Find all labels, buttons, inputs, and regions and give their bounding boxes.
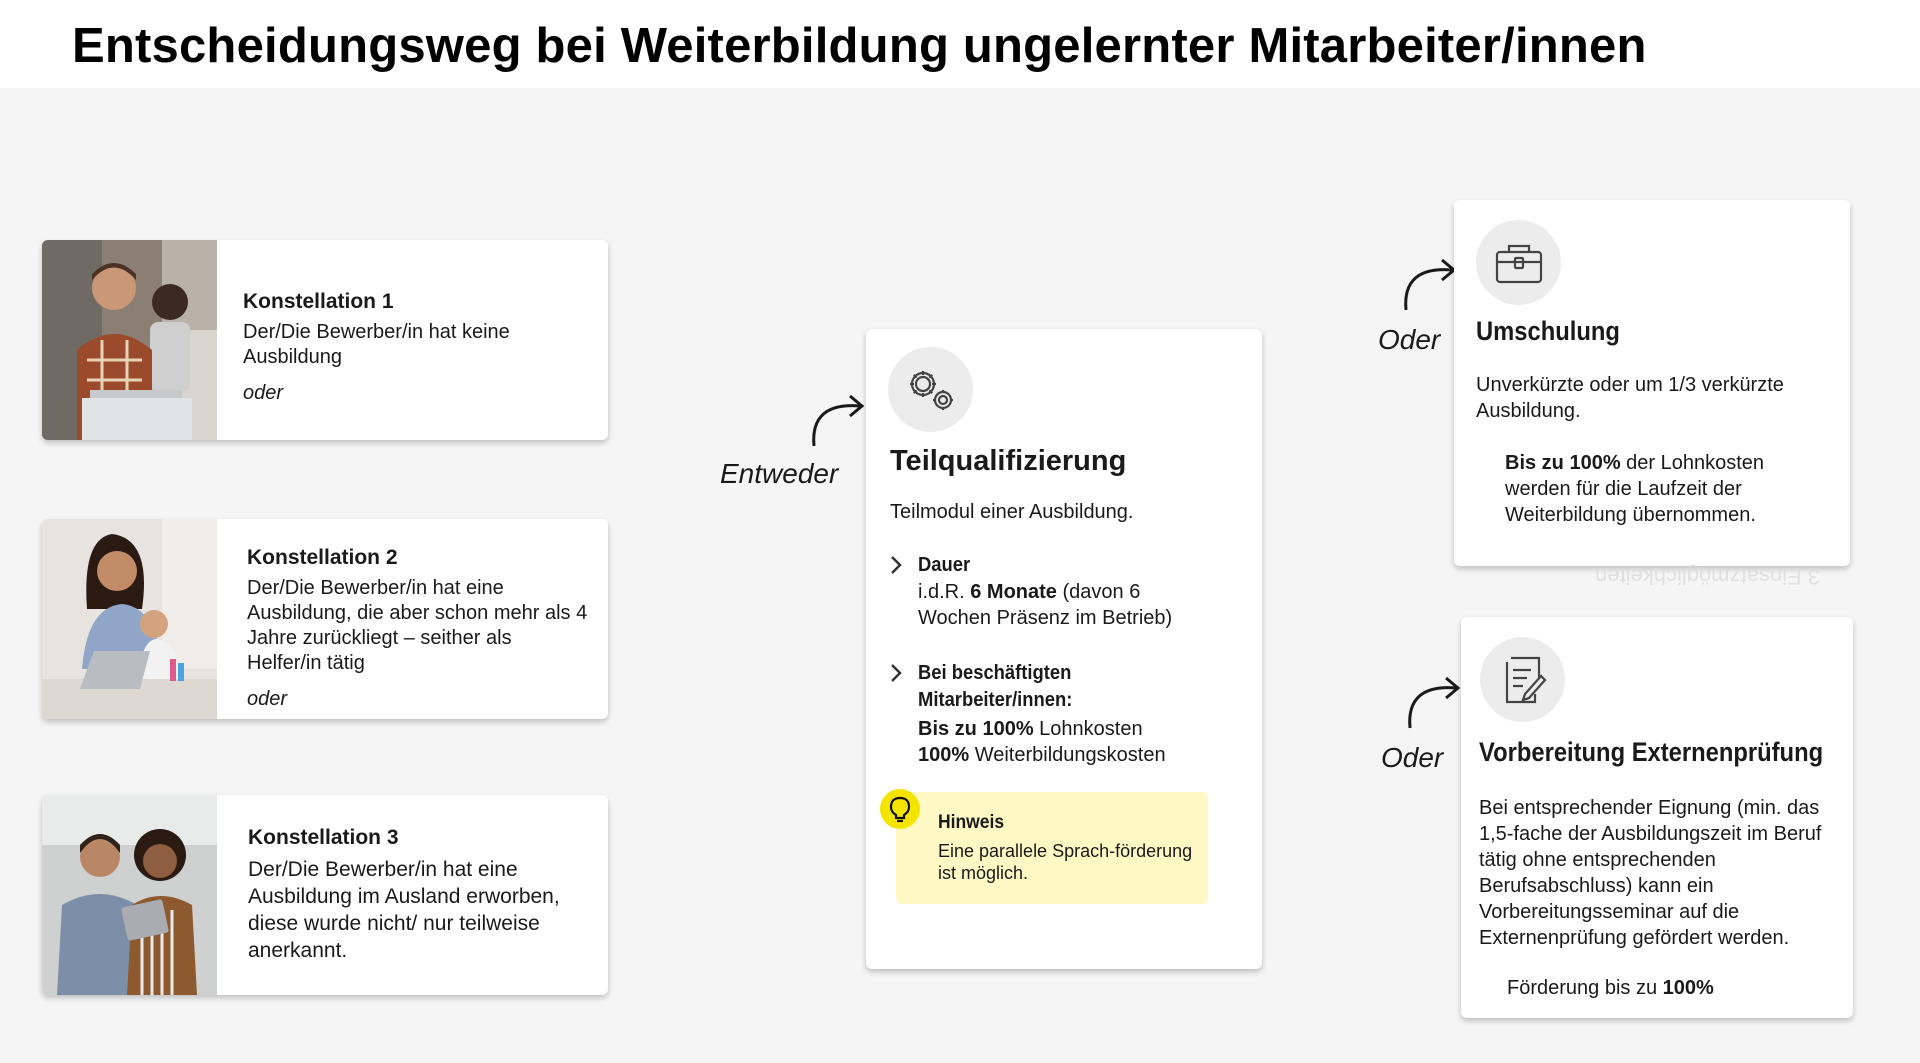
externenpruefung-card: Vorbereitung Externenprüfung Bei entspre… (1461, 617, 1853, 1018)
curved-arrow-icon (1408, 676, 1461, 729)
curved-arrow-icon (812, 394, 865, 447)
header-bar: Entscheidungsweg bei Weiterbildung ungel… (0, 0, 1920, 88)
konstellation-2-photo (42, 519, 217, 719)
umschulung-lohnkosten: Bis zu 100% der Lohnkosten werden für di… (1505, 452, 1765, 526)
dauer-line-1: i.d.R. 6 Monate (davon 6 (918, 581, 1141, 603)
konstellation-2-text: Konstellation 2 Der/Die Bewerber/in hat … (217, 519, 608, 719)
konstellation-3-photo (42, 795, 217, 995)
gears-icon (888, 347, 973, 432)
beschaeftigte-section: Bei beschäftigten Mitarbeiter/innen: Bis… (888, 660, 1166, 768)
oder-label: oder (247, 687, 288, 710)
konstellation-3-text: Konstellation 3 Der/Die Bewerber/in hat … (217, 795, 608, 995)
teilqualifizierung-card: Teilqualifizierung Teilmodul einer Ausbi… (866, 329, 1262, 969)
oder-label: oder (243, 381, 284, 404)
chevron-right-icon (891, 556, 902, 574)
konstellation-1-text: Konstellation 1 Der/Die Bewerber/in hat … (217, 240, 608, 440)
chevron-right-icon (891, 664, 902, 682)
konstellation-2-card: Konstellation 2 Der/Die Bewerber/in hat … (42, 519, 608, 719)
umschulung-title: Umschulung (1476, 316, 1620, 346)
hinweis-box: Hinweis Eine parallele Sprach-förderung … (880, 789, 1208, 904)
beschaeftigte-heading-1: Bei beschäftigten (918, 662, 1072, 684)
document-pen-icon (1480, 637, 1565, 722)
externenpruefung-text: Bei entsprechender Eignung (min. das 1,5… (1479, 797, 1822, 949)
teilqualifizierung-subtitle: Teilmodul einer Ausbildung. (890, 501, 1134, 523)
beschaeftigte-heading-2: Mitarbeiter/innen: (918, 689, 1073, 711)
briefcase-icon (1476, 220, 1561, 305)
umschulung-text: Unverkürzte oder um 1/3 verkürzte Ausbil… (1476, 374, 1784, 422)
konstellation-3-card: Konstellation 3 Der/Die Bewerber/in hat … (42, 795, 608, 995)
entweder-label: Entweder (720, 458, 839, 489)
umschulung-card: Umschulung Unverkürzte oder um 1/3 verkü… (1454, 200, 1850, 566)
lohnkosten-line: Bis zu 100% Lohnkosten (918, 718, 1143, 740)
oder-connector-label: Oder (1378, 324, 1441, 355)
konstellation-description: Der/Die Bewerber/in hat eine Ausbildung,… (247, 576, 588, 674)
lightbulb-icon (880, 789, 920, 829)
page-title: Entscheidungsweg bei Weiterbildung ungel… (72, 19, 1647, 73)
dauer-section: Dauer i.d.R. 6 Monate (davon 6 Wochen Pr… (888, 552, 1172, 631)
externenpruefung-foerderung: Förderung bis zu 100% (1507, 977, 1714, 999)
konstellation-title: Konstellation 3 (248, 826, 399, 849)
mirrored-text: 3 Einsatzmöglichkeiten (1595, 564, 1821, 589)
konstellation-title: Konstellation 2 (247, 545, 398, 569)
konstellation-1-card: Konstellation 1 Der/Die Bewerber/in hat … (42, 240, 608, 440)
dauer-heading: Dauer (918, 554, 971, 576)
konstellation-description: Der/Die Bewerber/in hat keine Ausbildung (243, 320, 510, 368)
hinweis-title: Hinweis (938, 812, 1005, 833)
teilqualifizierung-title: Teilqualifizierung (890, 445, 1127, 477)
hinweis-text: Eine parallele Sprach-förderung ist mögl… (938, 841, 1193, 883)
weiterbildungskosten-line: 100% Weiterbildungskosten (918, 744, 1166, 766)
konstellation-title: Konstellation 1 (243, 289, 394, 313)
dauer-line-2: Wochen Präsenz im Betrieb) (918, 607, 1173, 629)
oder-connector-label: Oder (1381, 742, 1444, 773)
konstellation-description: Der/Die Bewerber/in hat eine Ausbildung … (248, 858, 560, 962)
konstellation-1-photo (42, 240, 217, 440)
externenpruefung-title: Vorbereitung Externenprüfung (1479, 737, 1824, 767)
